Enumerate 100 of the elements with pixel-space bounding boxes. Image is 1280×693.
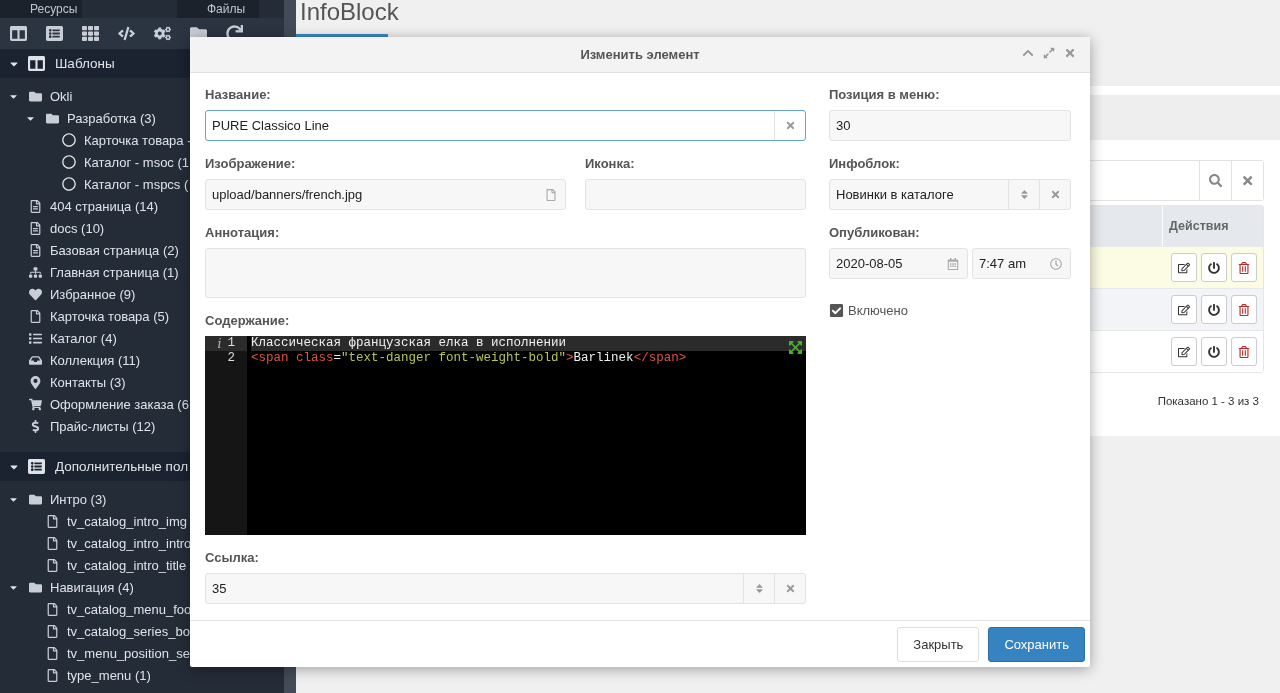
save-button[interactable]: Сохранить: [988, 626, 1085, 662]
toggle-button[interactable]: [1201, 295, 1227, 324]
line-number: 1: [227, 336, 235, 351]
tree-item[interactable]: tv_catalog_intro_title: [67, 557, 187, 573]
tree-item[interactable]: docs (10): [50, 220, 105, 236]
code-line: <span class="text-danger font-weight-bold">Barlinek</span>: [251, 351, 688, 366]
date-field[interactable]: 2020-08-05: [829, 248, 968, 279]
tree-item[interactable]: tv_catalog_menu_foo: [67, 601, 192, 617]
toggle-button[interactable]: [1201, 337, 1227, 366]
field-label: Инфоблок:: [829, 156, 901, 172]
tree-item[interactable]: Навигация (4): [50, 579, 134, 595]
close-icon: [1240, 173, 1255, 188]
tree-item[interactable]: Оформление заказа (6: [50, 396, 189, 412]
tree-item[interactable]: Каталог - msoc (1: [84, 154, 190, 170]
edit-button[interactable]: [1171, 253, 1197, 282]
tree-item[interactable]: Карточка товара -: [84, 132, 192, 148]
file-icon: [45, 558, 59, 572]
tree-item[interactable]: Контакты (3): [50, 374, 126, 390]
collapse-icon[interactable]: [1022, 47, 1034, 59]
tree-item[interactable]: Коллекция (11): [50, 352, 141, 368]
infoblock-field[interactable]: Новинки в каталоге: [829, 179, 1071, 210]
tree-item[interactable]: tv_catalog_intro_img: [67, 513, 187, 529]
delete-button[interactable]: [1231, 295, 1257, 324]
icon-field[interactable]: [585, 179, 806, 210]
tree-item[interactable]: Каталог - mspcs (: [84, 176, 189, 192]
infoblock-select[interactable]: Новинки в каталоге: [830, 180, 1008, 209]
tree-item[interactable]: Избранное (9): [50, 286, 136, 302]
clear-icon: [784, 583, 796, 594]
file-icon: [45, 536, 59, 550]
clear-button[interactable]: [1231, 161, 1263, 200]
tree-item[interactable]: Интро (3): [50, 491, 107, 507]
tree-item[interactable]: tv_menu_position_se: [67, 645, 190, 661]
sort-icon: [1018, 189, 1030, 200]
grid-icon[interactable]: [82, 25, 99, 43]
delete-button[interactable]: [1231, 337, 1257, 366]
fullscreen-icon[interactable]: [788, 340, 803, 355]
file-icon: [45, 668, 59, 682]
tree-item[interactable]: Карточка товара (5): [50, 308, 170, 324]
columns-icon: [28, 55, 45, 73]
sidebar-tab[interactable]: Ресурсы: [0, 0, 82, 18]
field-label: Иконка:: [585, 156, 636, 172]
info-marker: i: [217, 336, 222, 351]
field-label: Опубликован:: [829, 225, 921, 241]
edit-button[interactable]: [1171, 337, 1197, 366]
inbox-icon: [28, 353, 42, 367]
cart-icon: [28, 397, 42, 411]
settings-icon[interactable]: [154, 25, 171, 43]
time-field[interactable]: 7:47 am: [972, 248, 1071, 279]
menu-position-field[interactable]: 30: [830, 111, 1070, 140]
tree-item[interactable]: 404 страница (14): [50, 198, 159, 214]
file-icon: [45, 514, 59, 528]
expand-icon[interactable]: [1043, 47, 1055, 59]
code-icon[interactable]: [118, 25, 135, 43]
clear-icon: [784, 120, 796, 131]
close-button[interactable]: Закрыть: [897, 626, 980, 662]
checkbox-label: Включено: [848, 303, 908, 318]
document-icon: [28, 243, 42, 257]
tree-item[interactable]: Прайс-листы (12): [50, 418, 156, 434]
tree-item[interactable]: type_menu (1): [67, 667, 151, 683]
sort-icon: [753, 583, 765, 594]
close-icon[interactable]: [1064, 47, 1076, 59]
power-icon: [1208, 261, 1220, 274]
tree-item[interactable]: tv_catalog_intro_intro: [67, 535, 192, 551]
link-field[interactable]: 35: [205, 573, 806, 604]
tree-item[interactable]: tv_catalog_series_bo: [67, 623, 190, 639]
field-label: Позиция в меню:: [829, 87, 941, 103]
delete-button[interactable]: [1231, 253, 1257, 282]
sidebar-tab[interactable]: Файлы: [177, 0, 259, 18]
power-icon: [1208, 345, 1220, 358]
field-label: Содержание:: [205, 313, 291, 329]
columns-icon[interactable]: [10, 25, 27, 43]
toggle-button[interactable]: [1201, 253, 1227, 282]
field-label: Аннотация:: [205, 225, 281, 241]
annotation-field[interactable]: [205, 248, 806, 298]
trash-icon: [1238, 261, 1250, 274]
search-icon: [1208, 173, 1223, 188]
folder-icon: [28, 89, 42, 103]
folder-icon: [28, 492, 42, 506]
list-icon[interactable]: [46, 25, 63, 43]
tree-item[interactable]: Okli: [50, 88, 73, 104]
page-title: InfoBlock: [299, 0, 400, 27]
field-label: Название:: [205, 87, 272, 103]
tree-item[interactable]: Разработка (3): [67, 110, 156, 126]
date-input[interactable]: 2020-08-05: [830, 249, 939, 278]
link-input[interactable]: 35: [206, 574, 743, 603]
edit-button[interactable]: [1171, 295, 1197, 324]
document-icon: [28, 199, 42, 213]
trash-icon: [1238, 345, 1250, 358]
edit-icon: [1178, 345, 1190, 358]
time-input[interactable]: 7:47 am: [973, 249, 1042, 278]
list-icon: [28, 331, 42, 345]
dialog-title: Изменить элемент: [580, 47, 700, 62]
file-icon: [28, 309, 42, 323]
code-editor[interactable]: i 1 2 Классическая французская елка в исполнении <span class="text-danger font-weight-bold">Barlinek</span>: [205, 336, 806, 535]
checkbox[interactable]: [829, 303, 844, 318]
tree-item[interactable]: Базовая страница (2): [50, 242, 179, 258]
power-icon: [1208, 303, 1220, 316]
tree-item[interactable]: Каталог (4): [50, 330, 117, 346]
file-icon: [45, 602, 59, 616]
tree-item[interactable]: Главная страница (1): [50, 264, 179, 280]
